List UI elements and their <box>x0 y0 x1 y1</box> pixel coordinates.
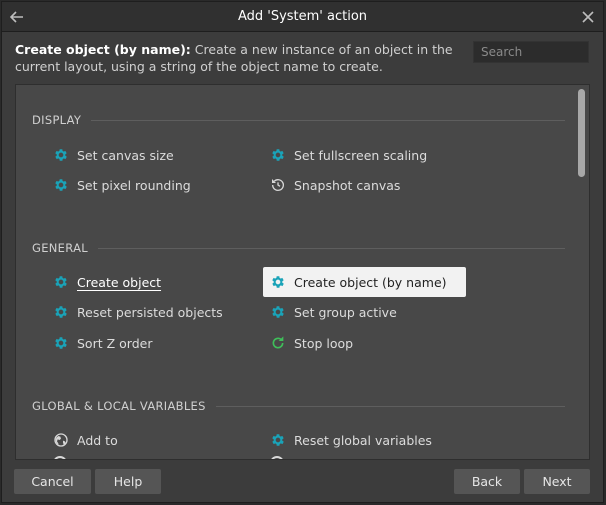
scrollbar-thumb[interactable] <box>578 89 585 177</box>
gear-icon <box>53 335 69 351</box>
close-icon[interactable] <box>577 6 599 28</box>
action-create-object[interactable]: Create object <box>50 268 161 296</box>
globe-icon <box>53 456 67 459</box>
action-sort-z-order[interactable]: Sort Z order <box>50 329 152 357</box>
action-create-object-by-name[interactable]: Create object (by name) <box>263 267 466 297</box>
action-set-group-active[interactable]: Set group active <box>267 298 397 326</box>
action-label: Snapshot canvas <box>294 177 401 193</box>
action-reset-persisted-objects[interactable]: Reset persisted objects <box>50 298 223 326</box>
section-divider <box>32 248 565 249</box>
action-set-canvas-size[interactable]: Set canvas size <box>50 141 174 169</box>
title-bar: Add 'System' action <box>2 2 603 32</box>
action-list-panel[interactable]: DISPLAY Set canvas size Set fullscreen s… <box>15 84 590 460</box>
action-add-to[interactable]: Add to <box>50 426 118 454</box>
back-button[interactable]: Back <box>454 469 520 494</box>
add-action-dialog: Add 'System' action Create object (by na… <box>1 1 604 503</box>
section-header-global-local-variables: GLOBAL & LOCAL VARIABLES <box>32 399 565 413</box>
section-label: GLOBAL & LOCAL VARIABLES <box>32 399 216 413</box>
gear-icon <box>53 147 69 163</box>
action-stop-loop[interactable]: Stop loop <box>267 329 353 357</box>
action-label: Reset persisted objects <box>77 304 223 320</box>
gear-icon <box>270 274 286 290</box>
next-button[interactable]: Next <box>524 469 590 494</box>
action-label: Set group active <box>294 304 397 320</box>
section-label: DISPLAY <box>32 113 92 127</box>
cancel-button[interactable]: Cancel <box>14 469 91 494</box>
section-divider <box>32 120 565 121</box>
action-label: Set fullscreen scaling <box>294 147 428 163</box>
loop-icon <box>270 335 286 351</box>
gear-icon <box>270 147 286 163</box>
action-label: Set pixel rounding <box>77 177 191 193</box>
section-label: GENERAL <box>32 241 98 255</box>
history-icon <box>270 177 286 193</box>
search-input[interactable] <box>473 41 589 63</box>
action-reset-global-variables[interactable]: Reset global variables <box>267 426 432 454</box>
gear-icon <box>270 304 286 320</box>
action-label: Stop loop <box>294 335 354 351</box>
action-label: Reset global variables <box>294 432 432 448</box>
gear-icon <box>53 177 69 193</box>
action-label: Create object <box>77 274 162 290</box>
action-set-fullscreen-scaling[interactable]: Set fullscreen scaling <box>267 141 427 169</box>
section-header-general: GENERAL <box>32 241 565 255</box>
action-snapshot-canvas[interactable]: Snapshot canvas <box>267 171 400 199</box>
action-label: Add to <box>77 432 118 448</box>
action-label: Create object (by name) <box>294 274 447 290</box>
gear-icon <box>270 432 286 448</box>
action-label: Sort Z order <box>77 335 153 351</box>
help-button[interactable]: Help <box>95 469 161 494</box>
action-name: Create object (by name): <box>15 42 191 57</box>
action-set-pixel-rounding[interactable]: Set pixel rounding <box>50 171 191 199</box>
action-label: Set canvas size <box>77 147 174 163</box>
dialog-title: Add 'System' action <box>237 9 368 24</box>
history-icon <box>270 456 284 459</box>
action-description: Create object (by name): Create a new in… <box>15 41 455 75</box>
globe-icon <box>53 432 69 448</box>
gear-icon <box>53 304 69 320</box>
section-header-display: DISPLAY <box>32 113 565 127</box>
gear-icon <box>53 274 69 290</box>
